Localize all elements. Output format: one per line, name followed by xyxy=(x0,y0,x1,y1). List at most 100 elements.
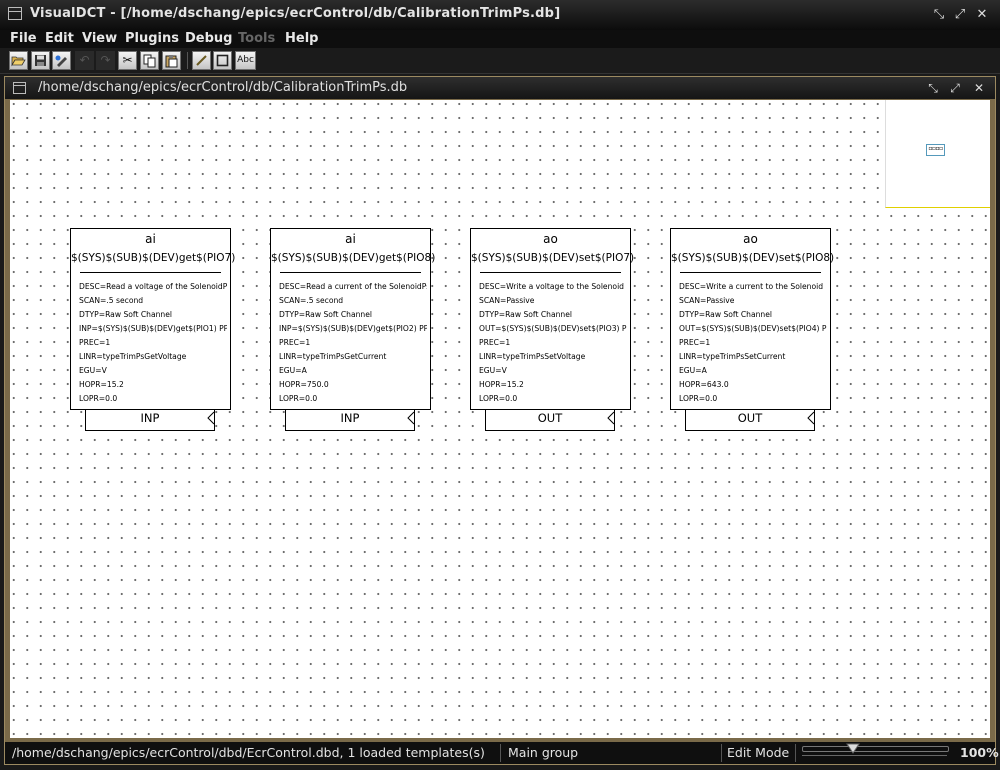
zoom-slider-track[interactable] xyxy=(802,746,949,752)
status-separator xyxy=(721,744,722,762)
record-block[interactable]: ao $(SYS)$(SUB)$(DEV)set$(PIO7) DESC=Wri… xyxy=(470,228,634,431)
port-connector-icon[interactable] xyxy=(806,411,816,425)
redo-icon: ↷ xyxy=(96,51,115,70)
record-divider xyxy=(480,272,621,273)
record-box[interactable]: ao $(SYS)$(SUB)$(DEV)set$(PIO8) DESC=Wri… xyxy=(670,228,835,410)
field-desc: DESC=Read a current of the SolenoidPs xyxy=(279,282,427,291)
window-title: VisualDCT - [/home/dschang/epics/ecrCont… xyxy=(30,6,561,21)
field-scan: SCAN=Passive xyxy=(479,296,535,305)
record-name: $(SYS)$(SUB)$(DEV)get$(PIO8) xyxy=(271,252,436,264)
navigator-viewport[interactable]: ▫▫▫▫ xyxy=(926,144,945,156)
navigator-panel[interactable]: ▫▫▫▫ xyxy=(885,100,990,208)
record-type: ai xyxy=(345,232,356,246)
status-separator xyxy=(795,744,796,762)
minimize-icon[interactable]: ⤡ xyxy=(931,7,947,23)
field-linr: LINR=typeTrimPsSetVoltage xyxy=(479,352,586,361)
undo-icon: ↶ xyxy=(75,51,94,70)
field-linr: LINR=typeTrimPsGetCurrent xyxy=(279,352,387,361)
menu-debug[interactable]: Debug xyxy=(185,30,232,48)
field-egu: EGU=A xyxy=(279,366,307,375)
record-fields: DESC=Read a current of the SolenoidPs SC… xyxy=(279,280,427,406)
doc-close-icon[interactable]: ✕ xyxy=(971,80,987,96)
drawing-canvas[interactable]: ▫▫▫▫ ai $(SYS)$(SUB)$(DEV)get$(PIO7) DES… xyxy=(10,100,990,738)
menu-edit[interactable]: Edit xyxy=(45,30,74,48)
record-port[interactable]: OUT xyxy=(685,410,815,431)
maximize-icon[interactable]: ⤢ xyxy=(952,7,968,23)
save-icon[interactable] xyxy=(31,51,50,70)
record-port[interactable]: INP xyxy=(285,410,415,431)
menu-view[interactable]: View xyxy=(82,30,117,48)
record-port[interactable]: OUT xyxy=(485,410,615,431)
field-linr: LINR=typeTrimPsSetCurrent xyxy=(679,352,786,361)
field-out: OUT=$(SYS)$(SUB)$(DEV)set$(PIO3) PP xyxy=(479,324,627,333)
document-titlebar: /home/dschang/epics/ecrControl/db/Calibr… xyxy=(5,77,995,99)
port-connector-icon[interactable] xyxy=(606,411,616,425)
record-type: ao xyxy=(543,232,558,246)
record-fields: DESC=Write a current to the Solenoid SCA… xyxy=(679,280,827,406)
record-divider xyxy=(680,272,821,273)
menu-plugins[interactable]: Plugins xyxy=(125,30,179,48)
status-dbd-path: /home/dschang/epics/ecrControl/dbd/EcrCo… xyxy=(12,745,485,760)
document-icon[interactable] xyxy=(13,82,26,94)
menu-file[interactable]: File xyxy=(10,30,37,48)
record-type: ai xyxy=(145,232,156,246)
record-fields: DESC=Write a voltage to the Solenoid SCA… xyxy=(479,280,627,406)
line-tool-icon[interactable] xyxy=(192,51,211,70)
record-port[interactable]: INP xyxy=(85,410,215,431)
record-fields: DESC=Read a voltage of the SolenoidPs SC… xyxy=(79,280,227,406)
field-prec: PREC=1 xyxy=(79,338,111,347)
field-out: OUT=$(SYS)$(SUB)$(DEV)set$(PIO4) PP xyxy=(679,324,827,333)
record-name: $(SYS)$(SUB)$(DEV)set$(PIO8) xyxy=(671,252,835,264)
doc-maximize-icon[interactable]: ⤢ xyxy=(947,80,963,96)
field-inp: INP=$(SYS)$(SUB)$(DEV)get$(PIO2) PP xyxy=(279,324,427,333)
field-linr: LINR=typeTrimPsGetVoltage xyxy=(79,352,187,361)
record-type: ao xyxy=(743,232,758,246)
text-tool-icon[interactable]: Abc xyxy=(235,51,256,70)
paste-icon[interactable] xyxy=(162,51,181,70)
field-scan: SCAN=.5 second xyxy=(79,296,144,305)
cut-icon[interactable]: ✂ xyxy=(118,51,137,70)
window-titlebar: VisualDCT - [/home/dschang/epics/ecrCont… xyxy=(0,0,1000,31)
port-label: INP xyxy=(140,411,160,425)
open-icon[interactable] xyxy=(9,51,28,70)
record-divider xyxy=(80,272,221,273)
field-egu: EGU=A xyxy=(679,366,707,375)
window-icon[interactable] xyxy=(8,7,22,20)
doc-minimize-icon[interactable]: ⤡ xyxy=(925,80,941,96)
port-label: OUT xyxy=(537,411,563,425)
record-name: $(SYS)$(SUB)$(DEV)get$(PIO7) xyxy=(71,252,236,264)
box-tool-icon[interactable] xyxy=(213,51,232,70)
field-prec: PREC=1 xyxy=(679,338,711,347)
record-box[interactable]: ai $(SYS)$(SUB)$(DEV)get$(PIO8) DESC=Rea… xyxy=(270,228,436,410)
record-box[interactable]: ai $(SYS)$(SUB)$(DEV)get$(PIO7) DESC=Rea… xyxy=(70,228,236,410)
record-block[interactable]: ai $(SYS)$(SUB)$(DEV)get$(PIO7) DESC=Rea… xyxy=(70,228,236,431)
record-block[interactable]: ai $(SYS)$(SUB)$(DEV)get$(PIO8) DESC=Rea… xyxy=(270,228,436,431)
field-hopr: HOPR=15.2 xyxy=(479,380,524,389)
toolbar: ↶ ↷ ✂ Abc xyxy=(0,48,1000,74)
field-prec: PREC=1 xyxy=(479,338,511,347)
status-bar: /home/dschang/epics/ecrControl/dbd/EcrCo… xyxy=(5,742,999,764)
zoom-level: 100% xyxy=(960,745,999,760)
print-icon[interactable] xyxy=(52,51,71,70)
field-egu: EGU=V xyxy=(479,366,507,375)
field-lopr: LOPR=0.0 xyxy=(679,394,718,403)
field-scan: SCAN=.5 second xyxy=(279,296,344,305)
field-desc: DESC=Write a current to the Solenoid xyxy=(679,282,824,291)
zoom-slider-thumb[interactable] xyxy=(845,743,860,754)
field-lopr: LOPR=0.0 xyxy=(479,394,518,403)
record-block[interactable]: ao $(SYS)$(SUB)$(DEV)set$(PIO8) DESC=Wri… xyxy=(670,228,835,431)
port-connector-icon[interactable] xyxy=(206,411,216,425)
field-lopr: LOPR=0.0 xyxy=(79,394,118,403)
port-connector-icon[interactable] xyxy=(406,411,416,425)
close-icon[interactable]: ✕ xyxy=(974,7,990,23)
field-dtyp: DTYP=Raw Soft Channel xyxy=(479,310,573,319)
field-dtyp: DTYP=Raw Soft Channel xyxy=(79,310,173,319)
field-hopr: HOPR=643.0 xyxy=(679,380,729,389)
record-box[interactable]: ao $(SYS)$(SUB)$(DEV)set$(PIO7) DESC=Wri… xyxy=(470,228,634,410)
copy-icon[interactable] xyxy=(140,51,159,70)
port-label: OUT xyxy=(737,411,763,425)
status-group: Main group xyxy=(508,745,579,760)
menu-help[interactable]: Help xyxy=(285,30,318,48)
field-dtyp: DTYP=Raw Soft Channel xyxy=(279,310,373,319)
field-prec: PREC=1 xyxy=(279,338,311,347)
